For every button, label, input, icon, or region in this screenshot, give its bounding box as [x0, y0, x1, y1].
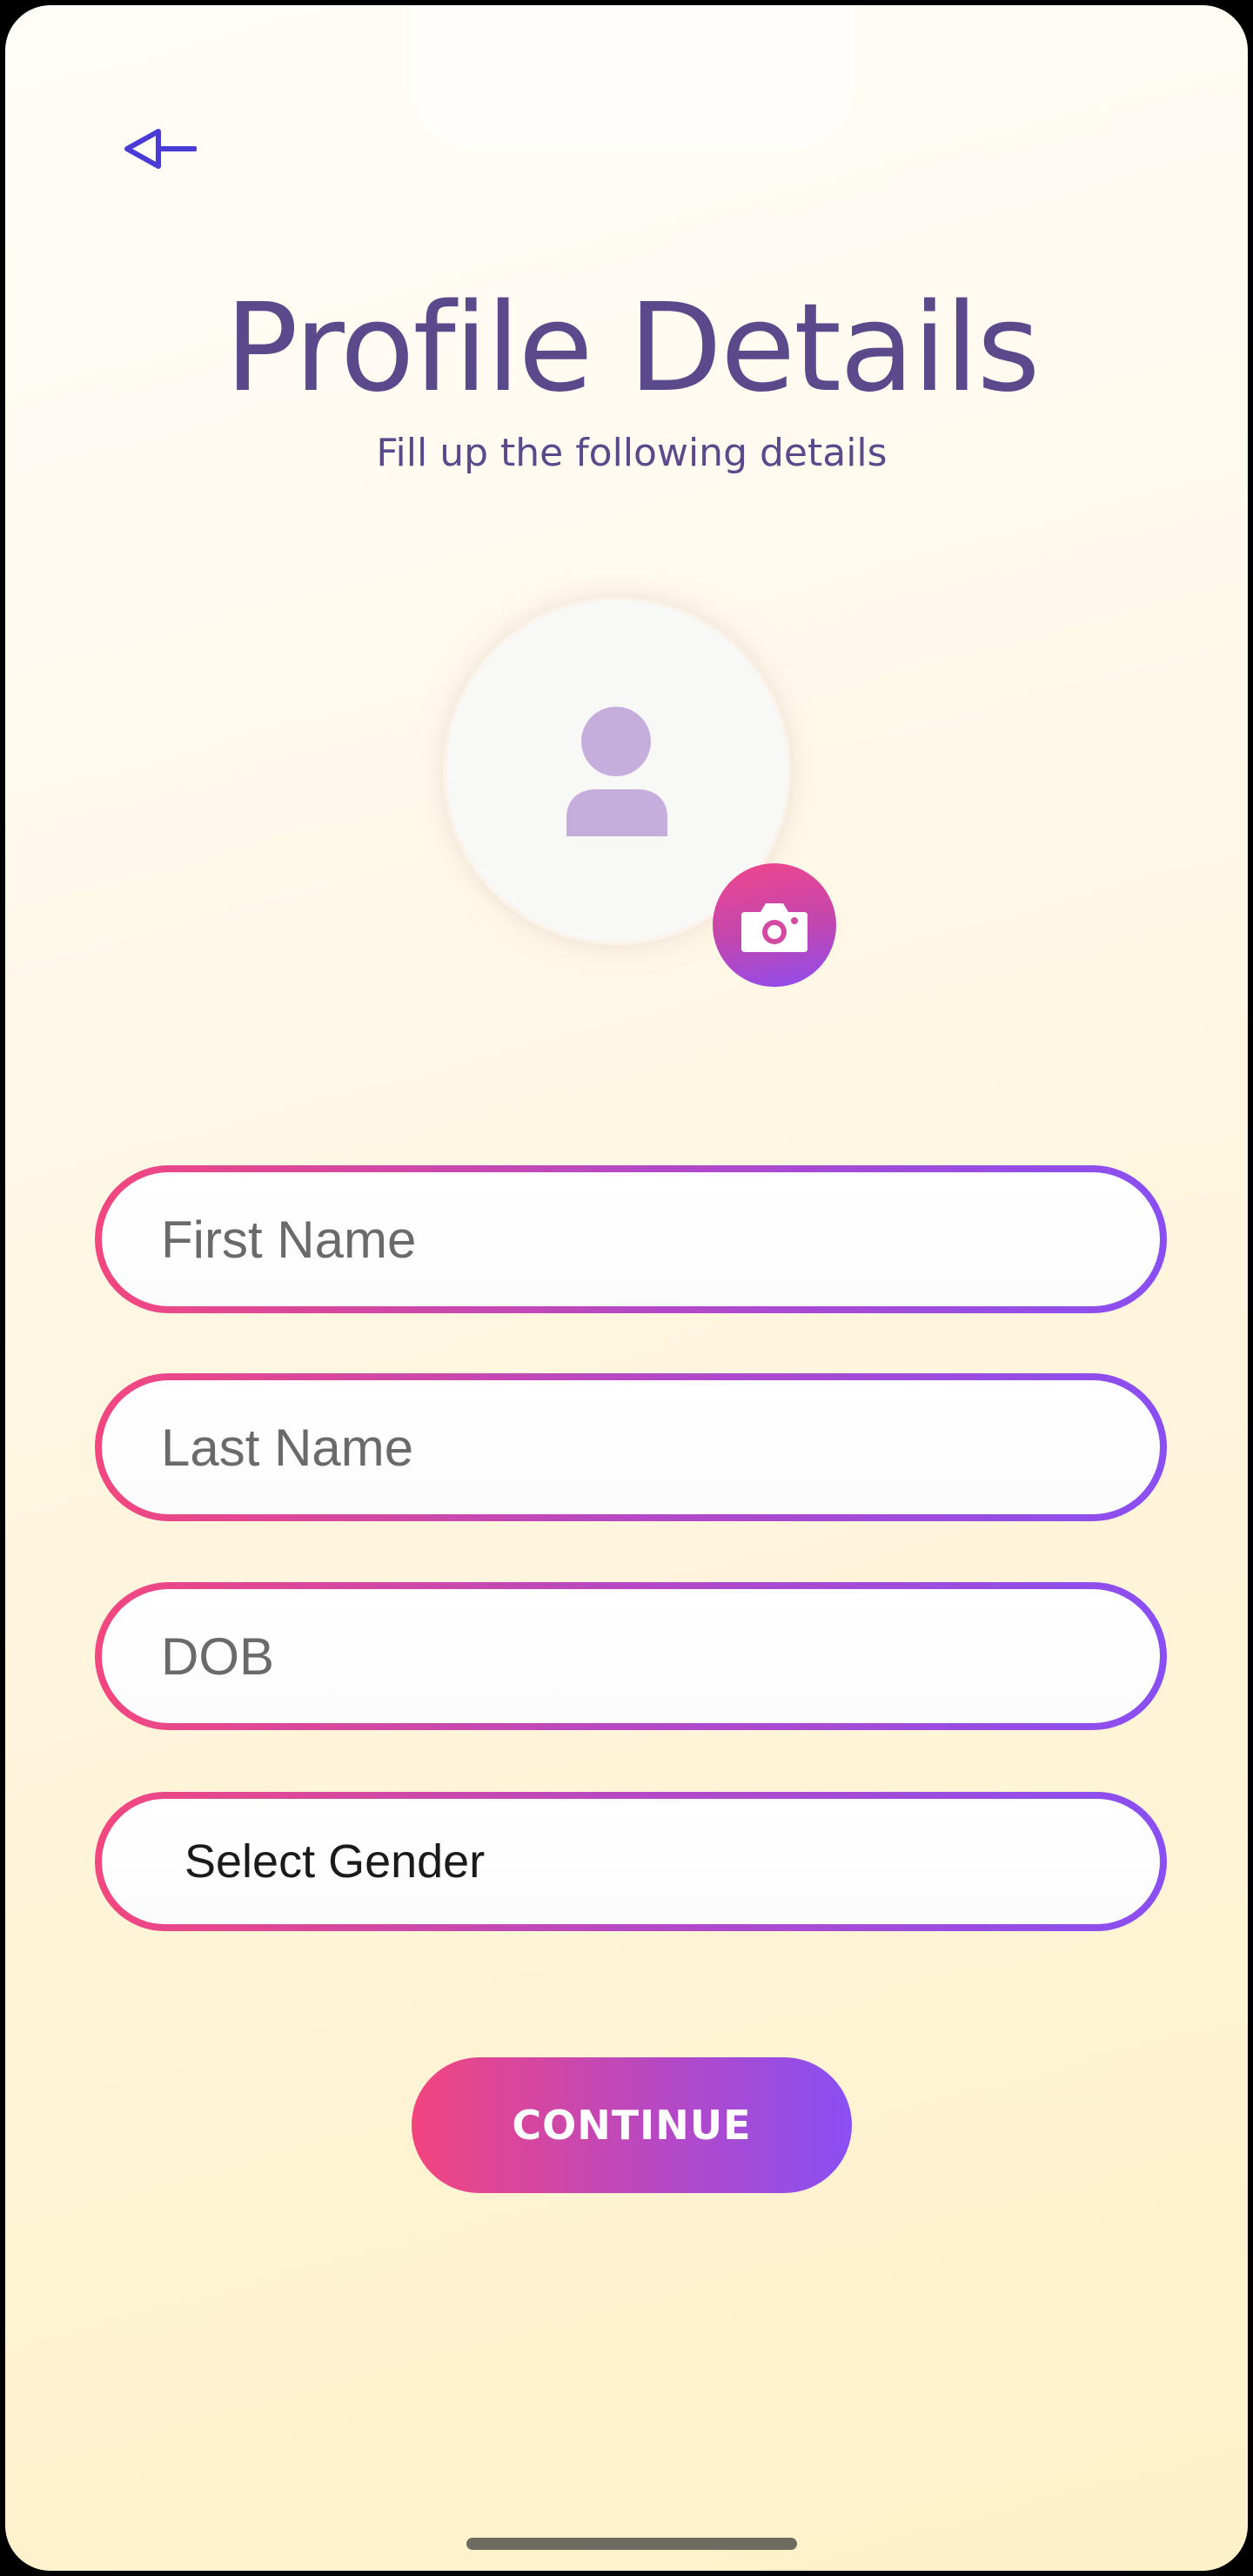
- back-button[interactable]: [120, 118, 198, 179]
- continue-button[interactable]: CONTINUE: [412, 2057, 852, 2193]
- page-subtitle: Fill up the following details: [376, 431, 888, 475]
- first-name-field[interactable]: First Name: [95, 1165, 1167, 1313]
- last-name-field[interactable]: Last Name: [95, 1373, 1167, 1521]
- camera-icon: [741, 903, 807, 952]
- dob-field[interactable]: DOB: [95, 1582, 1167, 1730]
- first-name-placeholder: First Name: [161, 1210, 417, 1269]
- last-name-placeholder: Last Name: [161, 1418, 414, 1477]
- dob-placeholder: DOB: [161, 1627, 275, 1686]
- page-title: Profile Details: [224, 278, 1040, 419]
- gender-select-value: Select Gender: [184, 1835, 486, 1888]
- continue-label: CONTINUE: [512, 2102, 752, 2149]
- home-indicator[interactable]: [466, 2538, 797, 2550]
- camera-button[interactable]: [713, 863, 836, 987]
- notch: [410, 5, 854, 149]
- gender-select[interactable]: Select Gender: [95, 1792, 1167, 1931]
- phone-screen: Profile Details Fill up the following de…: [0, 0, 1253, 2576]
- person-icon: [566, 707, 667, 836]
- back-arrow-icon: [124, 129, 197, 169]
